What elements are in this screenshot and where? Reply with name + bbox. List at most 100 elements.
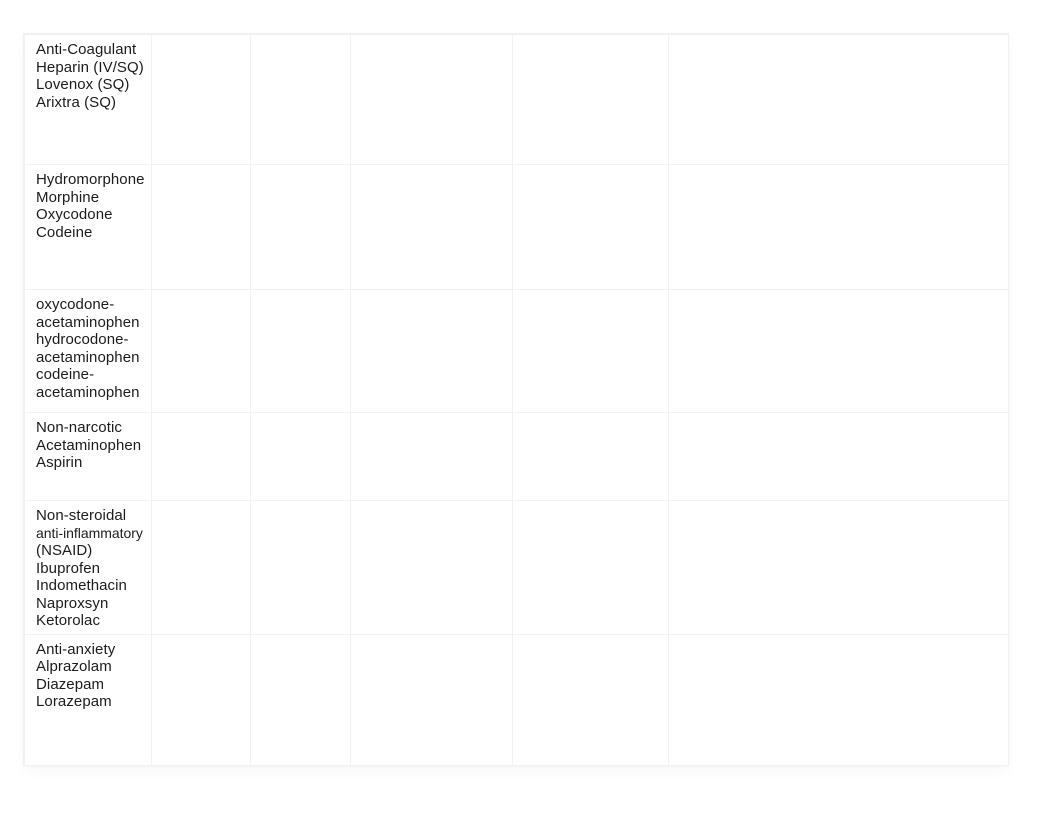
cell-content bbox=[513, 165, 668, 289]
cell-content: Hydromorphone Morphine Oxycodone Codeine bbox=[25, 165, 151, 289]
cell-content bbox=[152, 290, 250, 412]
cell-text-line: Alprazolam bbox=[36, 658, 112, 675]
cell-content: Anti-anxiety Alprazolam Diazepam Lorazepam bbox=[25, 635, 151, 765]
table-cell-drug-class[interactable]: Anti-Coagulant Heparin (IV/SQ) Lovenox (SQ… bbox=[24, 34, 152, 165]
cell-text-line: Morphine bbox=[36, 188, 100, 206]
cell-content: oxycodone-acetaminophen hydrocodone-aceta… bbox=[25, 290, 151, 412]
table-cell-empty[interactable] bbox=[350, 412, 513, 501]
cell-content bbox=[351, 635, 512, 765]
cell-content bbox=[251, 501, 350, 634]
table-cell-empty[interactable] bbox=[151, 633, 251, 766]
table-cell-empty[interactable] bbox=[350, 500, 513, 635]
cell-text-line: Lovenox (SQ) bbox=[36, 76, 130, 93]
table-cell-empty[interactable] bbox=[668, 412, 1009, 501]
cell-text-line: anti-inflammatory bbox=[36, 524, 143, 541]
table-cell-empty[interactable] bbox=[250, 34, 351, 165]
cell-content: Non-steroidal anti-inflammatory (NSAID) Ibu… bbox=[25, 501, 151, 634]
table-cell-empty[interactable] bbox=[250, 500, 351, 635]
cell-content bbox=[251, 635, 350, 765]
table-row: Anti-anxiety Alprazolam Diazepam Lorazepam bbox=[24, 633, 1009, 766]
cell-content bbox=[251, 35, 350, 164]
table-cell-empty[interactable] bbox=[668, 34, 1009, 165]
table-cell-empty[interactable] bbox=[668, 164, 1009, 290]
cell-content bbox=[669, 35, 1008, 164]
table-cell-empty[interactable] bbox=[512, 412, 669, 501]
cell-content bbox=[351, 290, 512, 412]
cell-content bbox=[513, 635, 668, 765]
table-cell-empty[interactable] bbox=[250, 412, 351, 501]
cell-text-line: Codeine bbox=[36, 223, 93, 241]
table-cell-empty[interactable] bbox=[668, 289, 1009, 413]
cell-text-line: Ketorolac bbox=[36, 612, 101, 629]
medication-table-container: Anti-Coagulant Heparin (IV/SQ) Lovenox (SQ… bbox=[24, 34, 1009, 766]
cell-content bbox=[152, 635, 250, 765]
table-cell-empty[interactable] bbox=[668, 633, 1009, 766]
table-row: Hydromorphone Morphine Oxycodone Codeine bbox=[24, 164, 1009, 290]
cell-text-line: Non-steroidal bbox=[36, 507, 127, 524]
medication-table: Anti-Coagulant Heparin (IV/SQ) Lovenox (SQ… bbox=[24, 34, 1009, 766]
cell-content bbox=[152, 501, 250, 634]
table-cell-empty[interactable] bbox=[668, 500, 1009, 635]
table-cell-drug-class[interactable]: Non-narcotic Acetaminophen Aspirin bbox=[24, 412, 152, 501]
table-row: Non-steroidal anti-inflammatory (NSAID) Ibu… bbox=[24, 500, 1009, 635]
cell-text-line: Heparin (IV/SQ) bbox=[36, 58, 144, 76]
cell-content bbox=[513, 290, 668, 412]
cell-text-line: Anti-anxiety bbox=[36, 640, 116, 658]
cell-text-line: Indomethacin bbox=[36, 577, 127, 594]
cell-content bbox=[351, 413, 512, 500]
cell-content bbox=[513, 501, 668, 634]
cell-text-line: Ibuprofen bbox=[36, 559, 101, 577]
cell-text-line: Naproxsyn bbox=[36, 594, 109, 612]
table-cell-drug-class[interactable]: Anti-anxiety Alprazolam Diazepam Lorazepam bbox=[24, 633, 152, 766]
table-cell-empty[interactable] bbox=[512, 633, 669, 766]
cell-text-line: Lorazepam bbox=[36, 693, 112, 710]
table-cell-empty[interactable] bbox=[151, 500, 251, 635]
cell-content bbox=[351, 165, 512, 289]
cell-text-line: codeine- bbox=[36, 366, 95, 383]
table-cell-empty[interactable] bbox=[512, 500, 669, 635]
cell-text-line: acetaminophen bbox=[36, 348, 140, 366]
cell-content bbox=[513, 413, 668, 500]
cell-content bbox=[152, 165, 250, 289]
table-cell-empty[interactable] bbox=[350, 34, 513, 165]
cell-content bbox=[152, 35, 250, 164]
cell-text-line: Aspirin bbox=[36, 454, 83, 471]
cell-text-line: acetaminophen bbox=[36, 383, 140, 401]
cell-text-line: Hydromorphone bbox=[36, 171, 145, 188]
medication-table-body: Anti-Coagulant Heparin (IV/SQ) Lovenox (SQ… bbox=[24, 34, 1009, 766]
cell-content: Anti-Coagulant Heparin (IV/SQ) Lovenox (SQ… bbox=[25, 35, 151, 164]
cell-content bbox=[351, 35, 512, 164]
table-cell-drug-class[interactable]: Hydromorphone Morphine Oxycodone Codeine bbox=[24, 164, 152, 290]
cell-content bbox=[669, 501, 1008, 634]
table-cell-empty[interactable] bbox=[512, 164, 669, 290]
table-cell-empty[interactable] bbox=[151, 34, 251, 165]
cell-content bbox=[669, 165, 1008, 289]
table-cell-empty[interactable] bbox=[512, 289, 669, 413]
document-page: Anti-Coagulant Heparin (IV/SQ) Lovenox (SQ… bbox=[0, 0, 1062, 822]
table-cell-empty[interactable] bbox=[350, 164, 513, 290]
cell-text-line: Anti-Coagulant bbox=[36, 41, 137, 58]
cell-content bbox=[669, 635, 1008, 765]
cell-text-line: (NSAID) bbox=[36, 542, 93, 559]
cell-content bbox=[251, 413, 350, 500]
cell-content bbox=[251, 290, 350, 412]
table-cell-empty[interactable] bbox=[151, 412, 251, 501]
cell-content bbox=[251, 165, 350, 289]
cell-content bbox=[513, 35, 668, 164]
table-cell-empty[interactable] bbox=[151, 164, 251, 290]
table-cell-empty[interactable] bbox=[350, 633, 513, 766]
table-cell-empty[interactable] bbox=[250, 164, 351, 290]
table-cell-empty[interactable] bbox=[151, 289, 251, 413]
table-cell-drug-class[interactable]: oxycodone-acetaminophen hydrocodone-aceta… bbox=[24, 289, 152, 413]
cell-text-line: Acetaminophen bbox=[36, 436, 142, 454]
cell-text-line: Non-narcotic bbox=[36, 419, 122, 436]
table-cell-empty[interactable] bbox=[512, 34, 669, 165]
table-row: oxycodone-acetaminophen hydrocodone-aceta… bbox=[24, 289, 1009, 413]
table-cell-empty[interactable] bbox=[250, 289, 351, 413]
table-cell-drug-class[interactable]: Non-steroidal anti-inflammatory (NSAID) Ibu… bbox=[24, 500, 152, 635]
cell-text-line: hydrocodone- bbox=[36, 331, 129, 348]
table-cell-empty[interactable] bbox=[350, 289, 513, 413]
table-cell-empty[interactable] bbox=[250, 633, 351, 766]
cell-content bbox=[152, 413, 250, 500]
table-row: Non-narcotic Acetaminophen Aspirin bbox=[24, 412, 1009, 501]
